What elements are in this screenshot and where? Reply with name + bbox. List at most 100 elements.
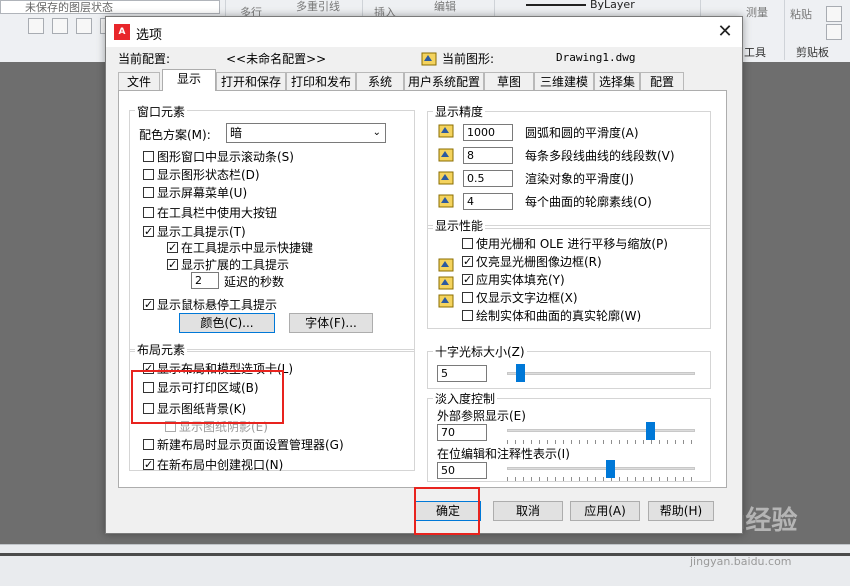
- dialog-title: 选项: [136, 28, 163, 43]
- delay-seconds-label: 延迟的秒数: [224, 275, 285, 289]
- checkbox-page-setup-manager[interactable]: [143, 439, 154, 450]
- inplace-slider-track[interactable]: [507, 467, 695, 470]
- checkbox-status-bar[interactable]: [143, 169, 154, 180]
- tab-user-preferences[interactable]: 用户系统配置: [404, 72, 484, 90]
- color-scheme-value: 暗: [230, 126, 243, 140]
- options-dialog: A 选项 ✕ 当前配置: <<未命名配置>> 当前图形: Drawing1.dw…: [105, 16, 743, 535]
- inplace-slider-thumb[interactable]: [606, 460, 616, 478]
- color-scheme-label: 配色方案(M):: [139, 128, 211, 142]
- layer-tool-icon[interactable]: [52, 18, 68, 34]
- bylayer-combo[interactable]: ByLayer: [590, 0, 635, 11]
- tab-system[interactable]: 系统: [356, 72, 404, 90]
- drawing-saved-icon: [438, 276, 454, 290]
- tools-panel-label[interactable]: 工具: [744, 44, 766, 60]
- apply-button[interactable]: 应用(A): [570, 501, 640, 521]
- lightbulb-icon[interactable]: [28, 18, 44, 34]
- delay-seconds-input[interactable]: 2: [191, 272, 219, 289]
- window-elements-title: 窗口元素: [135, 103, 188, 120]
- checkbox-large-buttons[interactable]: [143, 207, 154, 218]
- copy-icon[interactable]: [826, 6, 842, 22]
- checkbox-scrollbars[interactable]: [143, 151, 154, 162]
- tab-files[interactable]: 文件: [118, 72, 160, 90]
- chevron-down-icon: ⌄: [372, 127, 381, 138]
- current-drawing-value: Drawing1.dwg: [556, 51, 636, 64]
- text-frame-label: 仅显示文字边框(X): [476, 291, 578, 305]
- xref-slider-ticks: [507, 440, 695, 444]
- tooltips-label: 显示工具提示(T): [157, 225, 246, 239]
- inplace-fading-input[interactable]: 50: [437, 462, 487, 479]
- current-drawing-label: 当前图形:: [442, 52, 495, 66]
- xref-slider-track[interactable]: [507, 429, 695, 432]
- tab-profiles[interactable]: 配置: [640, 72, 684, 90]
- highlight-box: [131, 370, 284, 424]
- display-resolution-title: 显示精度: [433, 103, 486, 120]
- checkbox-rollover-tooltips[interactable]: ✓: [143, 299, 154, 310]
- drawing-saved-icon: [438, 148, 454, 162]
- checkbox-screen-menu[interactable]: [143, 187, 154, 198]
- tab-display[interactable]: 显示: [162, 69, 216, 91]
- tab-open-save[interactable]: 打开和保存: [216, 72, 286, 90]
- true-silhouettes-label: 绘制实体和曲面的真实轮廓(W): [476, 309, 642, 323]
- screen-menu-label: 显示屏幕菜单(U): [157, 186, 248, 200]
- checkbox-shortcut-keys[interactable]: ✓: [167, 242, 178, 253]
- help-button[interactable]: 帮助(H): [648, 501, 714, 521]
- crosshair-slider-track[interactable]: [507, 372, 695, 375]
- tab-drafting[interactable]: 草图: [484, 72, 534, 90]
- watermark-url: jingyan.baidu.com: [690, 555, 792, 568]
- inplace-slider-ticks: [507, 477, 695, 481]
- current-profile-label: 当前配置:: [118, 52, 171, 66]
- display-tab-panel: 窗口元素 配色方案(M): 暗 ⌄ 图形窗口中显示滚动条(S) 显示图形状态栏(…: [118, 90, 727, 488]
- layer-tool-icon[interactable]: [76, 18, 92, 34]
- match-properties-icon[interactable]: [826, 24, 842, 40]
- xref-fading-input[interactable]: 70: [437, 424, 487, 441]
- checkbox-extended-tooltips[interactable]: ✓: [167, 259, 178, 270]
- checkbox-raster-frame[interactable]: ✓: [462, 256, 473, 267]
- highlight-box: [414, 487, 480, 535]
- page-setup-manager-label: 新建布局时显示页面设置管理器(G): [157, 438, 344, 452]
- drawing-saved-icon: [438, 124, 454, 138]
- crosshair-slider-thumb[interactable]: [515, 364, 525, 382]
- large-buttons-label: 在工具栏中使用大按钮: [157, 206, 278, 220]
- crosshair-title: 十字光标大小(Z): [433, 343, 527, 360]
- measure-button[interactable]: 测量: [746, 4, 768, 20]
- multileader-button[interactable]: 多重引线: [296, 0, 340, 14]
- polyline-segments-input[interactable]: 8: [463, 147, 513, 164]
- edit-button[interactable]: 编辑: [434, 0, 456, 14]
- raster-frame-label: 仅亮显光栅图像边框(R): [476, 255, 602, 269]
- polyline-segments-label: 每条多段线曲线的线段数(V): [525, 149, 675, 163]
- drawing-saved-icon: [438, 194, 454, 208]
- colors-button[interactable]: 颜色(C)...: [179, 313, 275, 333]
- color-scheme-select[interactable]: 暗 ⌄: [226, 123, 386, 143]
- close-icon[interactable]: ✕: [712, 20, 738, 44]
- tab-selection[interactable]: 选择集: [594, 72, 640, 90]
- fade-control-title: 淡入度控制: [433, 390, 498, 407]
- tab-plot-publish[interactable]: 打印和发布: [286, 72, 356, 90]
- render-smoothness-label: 渲染对象的平滑度(J): [525, 172, 634, 186]
- cancel-button[interactable]: 取消: [493, 501, 563, 521]
- render-smoothness-input[interactable]: 0.5: [463, 170, 513, 187]
- checkbox-tooltips[interactable]: ✓: [143, 226, 154, 237]
- drawing-icon: [421, 52, 437, 66]
- xref-fading-label: 外部参照显示(E): [437, 409, 526, 423]
- layer-state-combo[interactable]: 未保存的图层状态: [0, 0, 220, 14]
- drawing-saved-icon: [438, 171, 454, 185]
- crosshair-size-input[interactable]: 5: [437, 365, 487, 382]
- checkbox-raster-ole-pan[interactable]: [462, 238, 473, 249]
- checkbox-text-frame[interactable]: [462, 292, 473, 303]
- contour-lines-label: 每个曲面的轮廓素线(O): [525, 195, 652, 209]
- checkbox-true-silhouettes[interactable]: [462, 310, 473, 321]
- xref-slider-thumb[interactable]: [646, 422, 656, 440]
- contour-lines-input[interactable]: 4: [463, 193, 513, 210]
- drawing-saved-icon: [438, 258, 454, 272]
- fonts-button[interactable]: 字体(F)...: [289, 313, 373, 333]
- tab-3d-modeling[interactable]: 三维建模: [534, 72, 594, 90]
- checkbox-create-viewport[interactable]: ✓: [143, 459, 154, 470]
- autocad-logo-icon: A: [114, 24, 130, 40]
- dialog-titlebar[interactable]: A 选项 ✕: [106, 17, 742, 47]
- shortcut-keys-label: 在工具提示中显示快捷键: [181, 241, 314, 255]
- arc-smoothness-input[interactable]: 1000: [463, 124, 513, 141]
- status-bar-label: 显示图形状态栏(D): [157, 168, 260, 182]
- checkbox-solid-fill[interactable]: ✓: [462, 274, 473, 285]
- display-performance-title: 显示性能: [433, 217, 486, 234]
- paste-button[interactable]: 粘贴: [790, 6, 812, 22]
